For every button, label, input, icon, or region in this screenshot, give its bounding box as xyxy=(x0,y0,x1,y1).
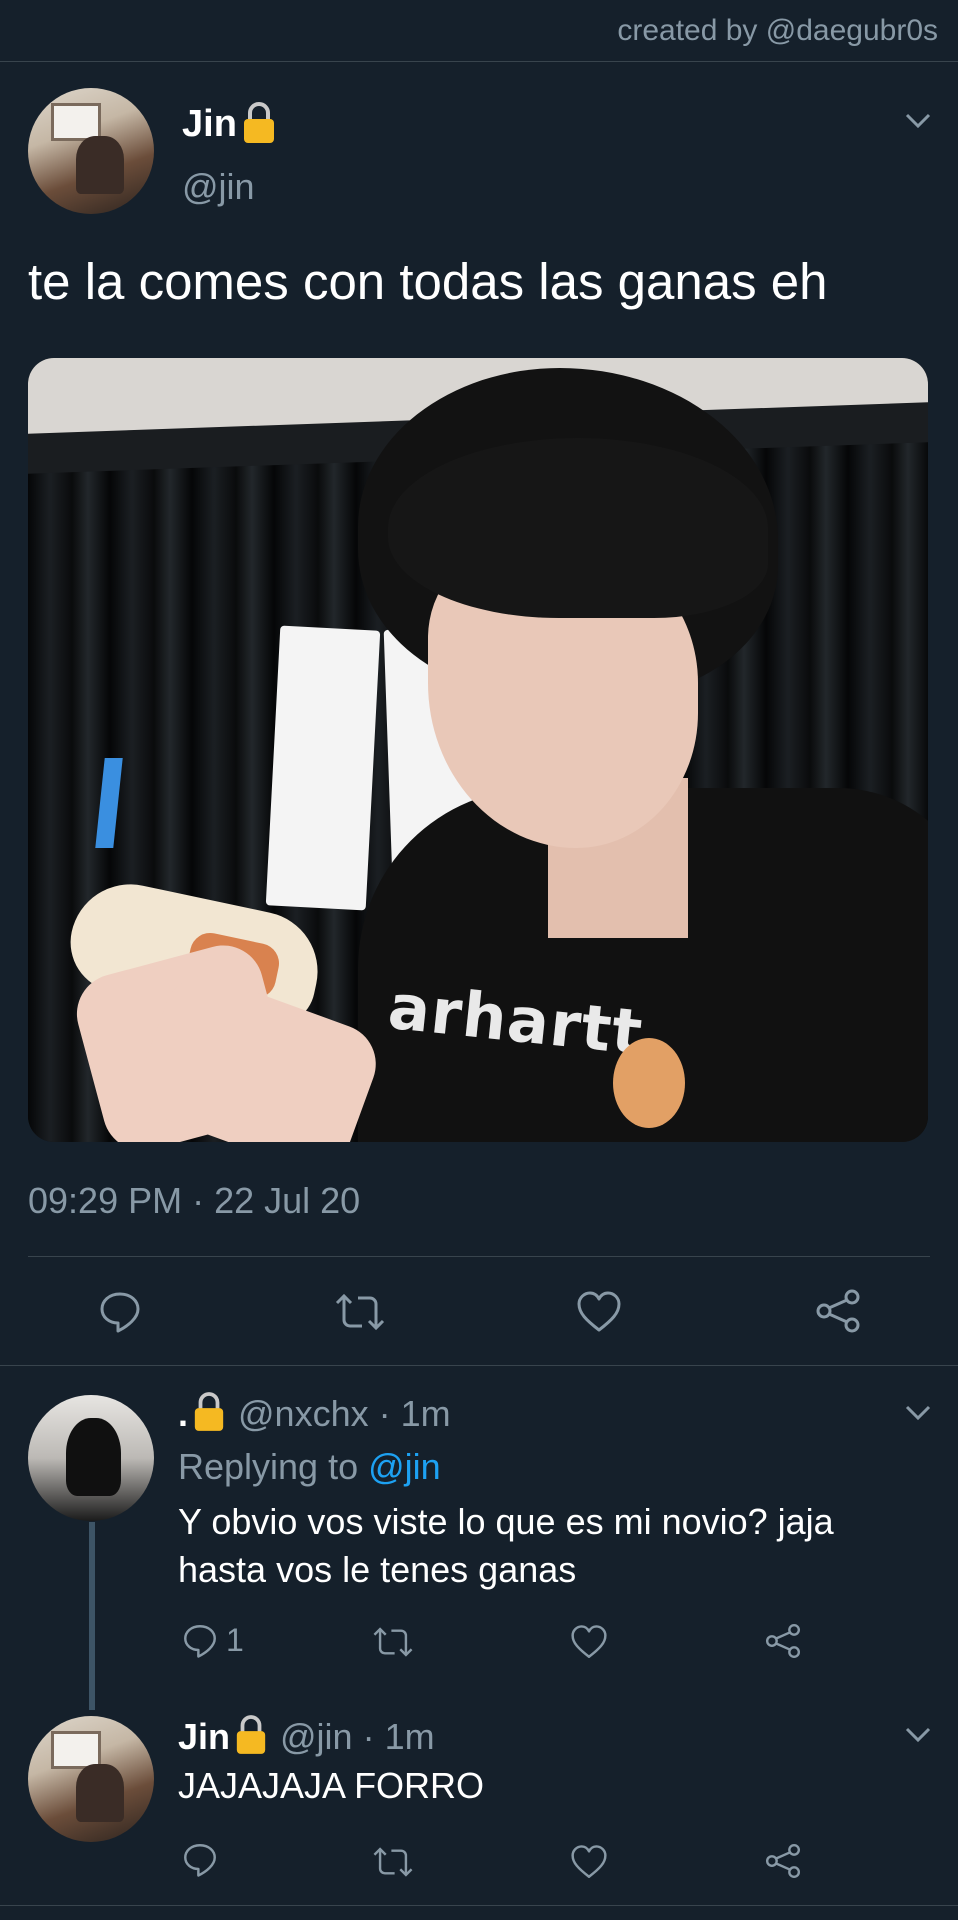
main-name-row: Jin xyxy=(182,100,277,149)
reply1-time: · 1m xyxy=(378,1392,451,1434)
share-icon xyxy=(765,1623,801,1659)
reply2-like-button[interactable] xyxy=(570,1844,608,1880)
display-name[interactable]: Jin xyxy=(182,103,237,146)
reply2-display-name[interactable]: Jin xyxy=(178,1716,230,1758)
share-icon xyxy=(816,1289,860,1333)
avatar-jin[interactable] xyxy=(28,88,154,214)
retweet-button[interactable] xyxy=(334,1290,386,1334)
thread-line xyxy=(89,1522,95,1710)
reply2-share-button[interactable] xyxy=(764,1842,802,1880)
tweet-text: te la comes con todas las ganas eh xyxy=(28,253,828,310)
reply1-text-line2: hasta vos le tenes ganas xyxy=(178,1549,577,1590)
more-chevron-icon[interactable] xyxy=(904,112,932,135)
reply2-handle[interactable]: @jin xyxy=(280,1716,353,1758)
like-button[interactable] xyxy=(576,1290,622,1334)
reply2-time: · 1m xyxy=(362,1715,435,1757)
reply-button[interactable] xyxy=(98,1290,142,1334)
reply1-name-row: . @nxchx · 1m xyxy=(178,1390,451,1437)
share-icon xyxy=(765,1843,801,1879)
reply1-handle[interactable]: @nxchx xyxy=(238,1393,369,1435)
reply1-reply-count: 1 xyxy=(226,1622,244,1658)
lock-icon xyxy=(234,1713,268,1760)
reply2-name-row: Jin @jin · 1m xyxy=(178,1713,435,1760)
reply-icon xyxy=(184,1624,216,1658)
credit-bar: created by @daegubr0s xyxy=(0,0,958,62)
divider-replies xyxy=(0,1365,958,1366)
reply2-text: JAJAJAJA FORRO xyxy=(178,1765,485,1806)
replying-to: Replying to @jin xyxy=(178,1446,441,1488)
reply1-like-button[interactable] xyxy=(570,1624,608,1660)
replying-prefix: Replying to xyxy=(178,1446,369,1487)
retweet-icon xyxy=(373,1627,413,1657)
reply1-text: Y obvio vos viste lo que es mi novio? ja… xyxy=(178,1498,834,1594)
reply1-chevron-icon[interactable] xyxy=(904,1404,932,1427)
retweet-icon xyxy=(335,1293,385,1331)
retweet-icon xyxy=(373,1847,413,1877)
reply2-chevron-icon[interactable] xyxy=(904,1726,932,1749)
handle[interactable]: @jin xyxy=(182,166,255,208)
tweet-screen: created by @daegubr0s Jin @jin te la com… xyxy=(0,0,958,1920)
heart-icon xyxy=(571,1625,607,1658)
lock-icon xyxy=(192,1390,226,1437)
lock-icon xyxy=(241,100,277,149)
reply2-retweet-button[interactable] xyxy=(372,1844,414,1880)
avatar-nxchx[interactable] xyxy=(28,1395,154,1521)
replying-handle-link[interactable]: @jin xyxy=(368,1446,441,1487)
reply1-text-line1: Y obvio vos viste lo que es mi novio? ja… xyxy=(178,1501,834,1542)
reply2-reply-button[interactable] xyxy=(182,1842,218,1878)
reply-icon xyxy=(184,1844,216,1877)
tweet-timestamp[interactable]: 09:29 PM · 22 Jul 20 xyxy=(28,1180,360,1222)
tweet-photo[interactable]: arhartt xyxy=(28,358,928,1142)
divider-bottom xyxy=(0,1905,958,1906)
share-button[interactable] xyxy=(814,1288,862,1334)
heart-icon xyxy=(577,1291,621,1332)
reply1-share-button[interactable] xyxy=(764,1622,802,1660)
reply1-display-name[interactable]: . xyxy=(178,1393,188,1435)
reply-icon xyxy=(100,1292,140,1333)
avatar-jin-reply[interactable] xyxy=(28,1716,154,1842)
heart-icon xyxy=(571,1845,607,1878)
divider-top xyxy=(28,1256,930,1257)
reply1-reply-button[interactable]: 1 xyxy=(182,1622,244,1659)
reply1-retweet-button[interactable] xyxy=(372,1624,414,1660)
credit-text: created by @daegubr0s xyxy=(617,14,938,47)
